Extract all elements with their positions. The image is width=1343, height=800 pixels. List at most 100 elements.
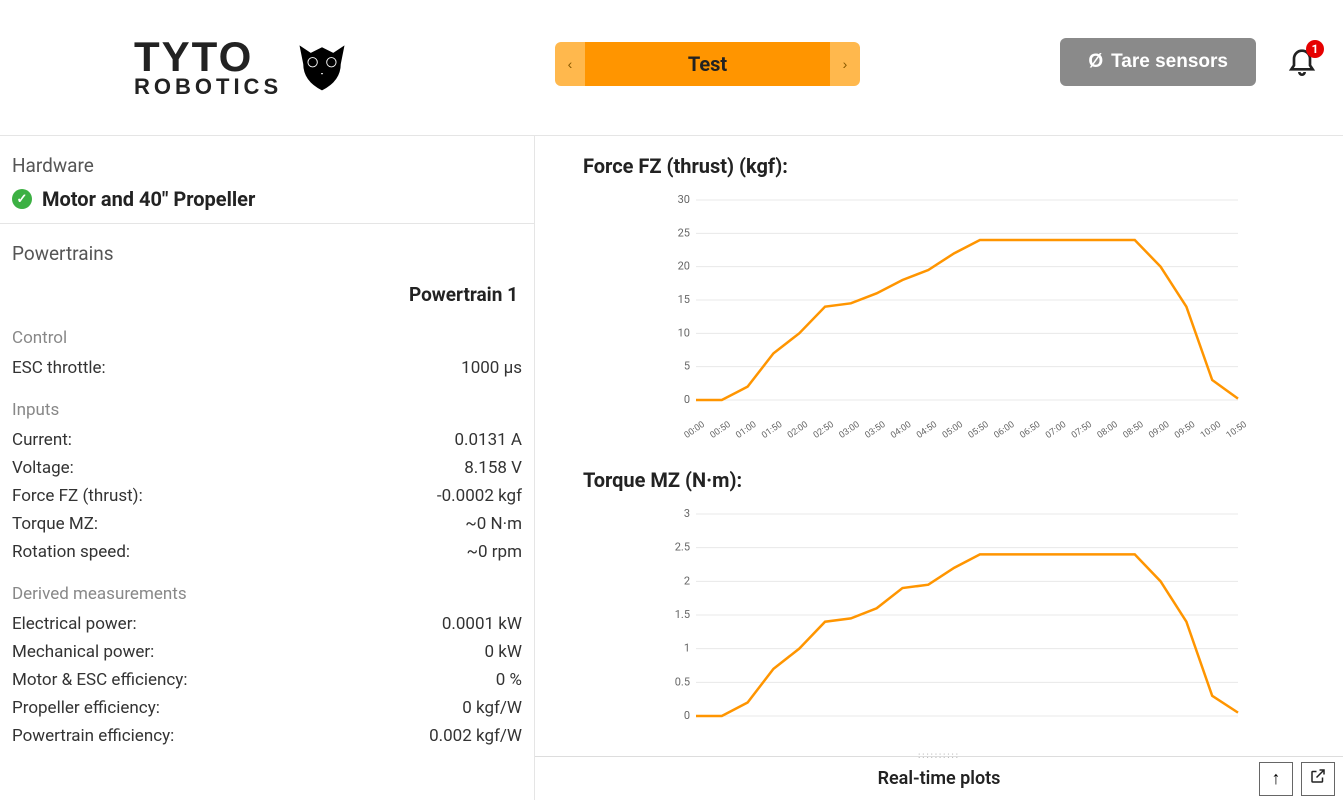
- scroll-top-button[interactable]: ↑: [1259, 762, 1293, 796]
- footer-label: Real-time plots: [878, 768, 1001, 789]
- svg-text:1: 1: [684, 642, 690, 655]
- input-value: 8.158 V: [464, 458, 522, 478]
- chart-block: Torque MZ (N·m):00.511.522.53: [583, 468, 1303, 734]
- input-label: Current:: [12, 430, 72, 450]
- arrow-up-icon: ↑: [1272, 768, 1281, 789]
- chart-title: Torque MZ (N·m):: [583, 468, 1303, 492]
- control-row: ESC throttle: 1000 µs: [12, 354, 522, 382]
- input-label: Torque MZ:: [12, 514, 98, 534]
- hardware-section: Hardware ✓ Motor and 40" Propeller: [0, 136, 534, 224]
- charts-scroll[interactable]: Force FZ (thrust) (kgf):05101520253000:0…: [535, 136, 1343, 800]
- chart-series-line: [696, 240, 1238, 400]
- svg-text:03:00: 03:00: [838, 420, 862, 441]
- brand-logo: TYTO ROBOTICS: [134, 36, 352, 100]
- svg-text:0.5: 0.5: [675, 675, 690, 688]
- sidebar: Hardware ✓ Motor and 40" Propeller Power…: [0, 136, 535, 800]
- open-external-button[interactable]: [1301, 762, 1335, 796]
- svg-text:04:50: 04:50: [915, 420, 939, 441]
- svg-text:09:00: 09:00: [1147, 420, 1171, 441]
- svg-text:03:50: 03:50: [863, 420, 887, 441]
- svg-text:20: 20: [678, 260, 690, 273]
- footer-bar: :::::::::: Real-time plots ↑: [535, 756, 1343, 800]
- derived-value: 0 kW: [485, 642, 522, 662]
- derived-subtitle: Derived measurements: [12, 584, 522, 604]
- brand-top: TYTO: [134, 37, 282, 77]
- carousel-prev-button[interactable]: ‹: [555, 42, 585, 86]
- input-row: Force FZ (thrust):-0.0002 kgf: [12, 482, 522, 510]
- derived-label: Propeller efficiency:: [12, 698, 160, 718]
- svg-text:10:50: 10:50: [1225, 420, 1249, 441]
- svg-text:06:00: 06:00: [993, 420, 1017, 441]
- chart-canvas: 00.511.522.53: [623, 504, 1293, 734]
- input-row: Current:0.0131 A: [12, 426, 522, 454]
- svg-text:0: 0: [684, 393, 690, 406]
- input-label: Rotation speed:: [12, 542, 130, 562]
- svg-text:04:00: 04:00: [889, 420, 913, 441]
- tare-sensors-button[interactable]: Ø Tare sensors: [1060, 38, 1256, 86]
- control-value: 1000 µs: [461, 358, 522, 378]
- derived-value: 0.0001 kW: [442, 614, 522, 634]
- null-icon: Ø: [1088, 51, 1103, 73]
- owl-icon: [292, 36, 352, 100]
- svg-text:08:50: 08:50: [1122, 420, 1146, 441]
- svg-text:15: 15: [678, 293, 690, 306]
- derived-label: Motor & ESC efficiency:: [12, 670, 187, 690]
- app-header: TYTO ROBOTICS ‹ Test › Ø Tare sensors: [0, 0, 1343, 135]
- svg-text:01:00: 01:00: [734, 420, 758, 441]
- svg-text:25: 25: [678, 226, 690, 239]
- drag-handle-icon[interactable]: ::::::::::: [918, 751, 960, 760]
- svg-text:05:50: 05:50: [967, 420, 991, 441]
- derived-label: Mechanical power:: [12, 642, 154, 662]
- svg-text:5: 5: [684, 360, 690, 373]
- notifications-button[interactable]: 1: [1286, 44, 1318, 80]
- control-subtitle: Control: [12, 328, 522, 348]
- svg-text:08:00: 08:00: [1096, 420, 1120, 441]
- svg-text:3: 3: [684, 507, 690, 520]
- derived-label: Powertrain efficiency:: [12, 726, 174, 746]
- derived-row: Electrical power: 0.0001 kW: [12, 610, 522, 638]
- mode-carousel: ‹ Test ›: [555, 42, 860, 86]
- input-value: ~0 N·m: [465, 514, 522, 534]
- notification-badge: 1: [1306, 40, 1324, 58]
- control-label: ESC throttle:: [12, 358, 106, 378]
- svg-text:10: 10: [678, 326, 690, 339]
- svg-text:10:00: 10:00: [1199, 420, 1223, 441]
- hardware-name: Motor and 40" Propeller: [42, 187, 255, 211]
- input-row: Voltage: 8.158 V: [12, 454, 522, 482]
- input-label: Force FZ (thrust):: [12, 486, 143, 506]
- hardware-title: Hardware: [12, 154, 522, 177]
- brand-bottom: ROBOTICS: [134, 77, 282, 98]
- svg-text:0: 0: [684, 709, 690, 722]
- svg-text:30: 30: [678, 193, 690, 206]
- content-area: Force FZ (thrust) (kgf):05101520253000:0…: [535, 136, 1343, 800]
- derived-value: 0.002 kgf/W: [429, 726, 522, 746]
- input-value: ~0 rpm: [466, 542, 522, 562]
- chart-title: Force FZ (thrust) (kgf):: [583, 154, 1303, 178]
- carousel-next-button[interactable]: ›: [830, 42, 860, 86]
- input-row: Torque MZ: ~0 N·m: [12, 510, 522, 538]
- derived-row: Powertrain efficiency: 0.002 kgf/W: [12, 722, 522, 750]
- svg-text:01:50: 01:50: [760, 420, 784, 441]
- svg-text:07:50: 07:50: [1070, 420, 1094, 441]
- derived-row: Propeller efficiency:0 kgf/W: [12, 694, 522, 722]
- svg-text:07:00: 07:00: [1044, 420, 1068, 441]
- derived-row: Mechanical power: 0 kW: [12, 638, 522, 666]
- svg-text:02:50: 02:50: [812, 420, 836, 441]
- svg-text:2.5: 2.5: [675, 541, 690, 554]
- input-label: Voltage:: [12, 458, 74, 478]
- svg-text:1.5: 1.5: [675, 608, 690, 621]
- chart-canvas: 05101520253000:0000:5001:0001:5002:0002:…: [623, 190, 1293, 440]
- derived-row: Motor & ESC efficiency: 0 %: [12, 666, 522, 694]
- derived-label: Electrical power:: [12, 614, 137, 634]
- chart-block: Force FZ (thrust) (kgf): 0 5 10 15 20 25 30 00:0…: [583, 154, 1303, 440]
- tare-label: Tare sensors: [1111, 51, 1228, 73]
- derived-value: 0 %: [496, 670, 522, 690]
- svg-text:05:00: 05:00: [941, 420, 965, 441]
- svg-text:02:00: 02:00: [786, 420, 810, 441]
- carousel-label[interactable]: Test: [585, 42, 830, 86]
- svg-text:00:00: 00:00: [683, 420, 707, 441]
- status-ok-icon: ✓: [12, 189, 32, 209]
- inputs-subtitle: Inputs: [12, 400, 522, 420]
- powertrains-title: Powertrains: [12, 242, 522, 265]
- external-link-icon: [1309, 767, 1327, 790]
